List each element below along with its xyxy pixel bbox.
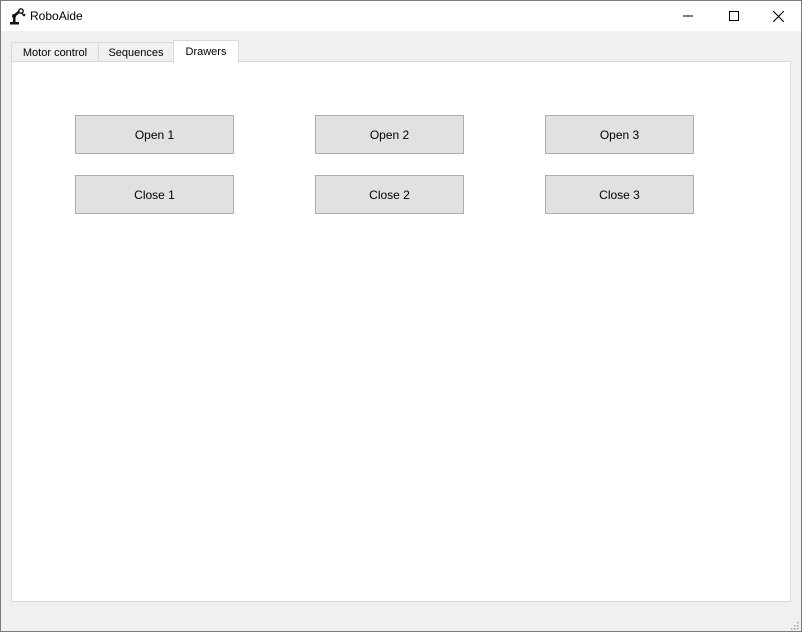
window-title: RoboAide bbox=[30, 9, 83, 23]
open-2-button[interactable]: Open 2 bbox=[315, 115, 464, 154]
robot-arm-icon bbox=[9, 8, 26, 25]
close-3-button[interactable]: Close 3 bbox=[545, 175, 694, 214]
close-button[interactable] bbox=[755, 1, 801, 31]
tab-drawers[interactable]: Drawers bbox=[173, 40, 239, 63]
app-window: RoboAide Motor control Sequences Drawers… bbox=[0, 0, 802, 632]
close-1-button[interactable]: Close 1 bbox=[75, 175, 234, 214]
drawers-panel: Open 1 Open 2 Open 3 Close 1 Close 2 Clo… bbox=[11, 61, 791, 602]
tab-sequences[interactable]: Sequences bbox=[98, 42, 174, 62]
maximize-icon bbox=[729, 11, 739, 21]
open-3-button[interactable]: Open 3 bbox=[545, 115, 694, 154]
title-bar[interactable]: RoboAide bbox=[1, 1, 801, 31]
close-icon bbox=[772, 10, 784, 22]
close-2-button[interactable]: Close 2 bbox=[315, 175, 464, 214]
maximize-button[interactable] bbox=[711, 1, 757, 31]
tab-motor-control[interactable]: Motor control bbox=[11, 42, 99, 62]
open-1-button[interactable]: Open 1 bbox=[75, 115, 234, 154]
minimize-button[interactable] bbox=[665, 1, 711, 31]
resize-grip-icon[interactable] bbox=[789, 619, 799, 630]
minimize-icon bbox=[683, 15, 693, 17]
